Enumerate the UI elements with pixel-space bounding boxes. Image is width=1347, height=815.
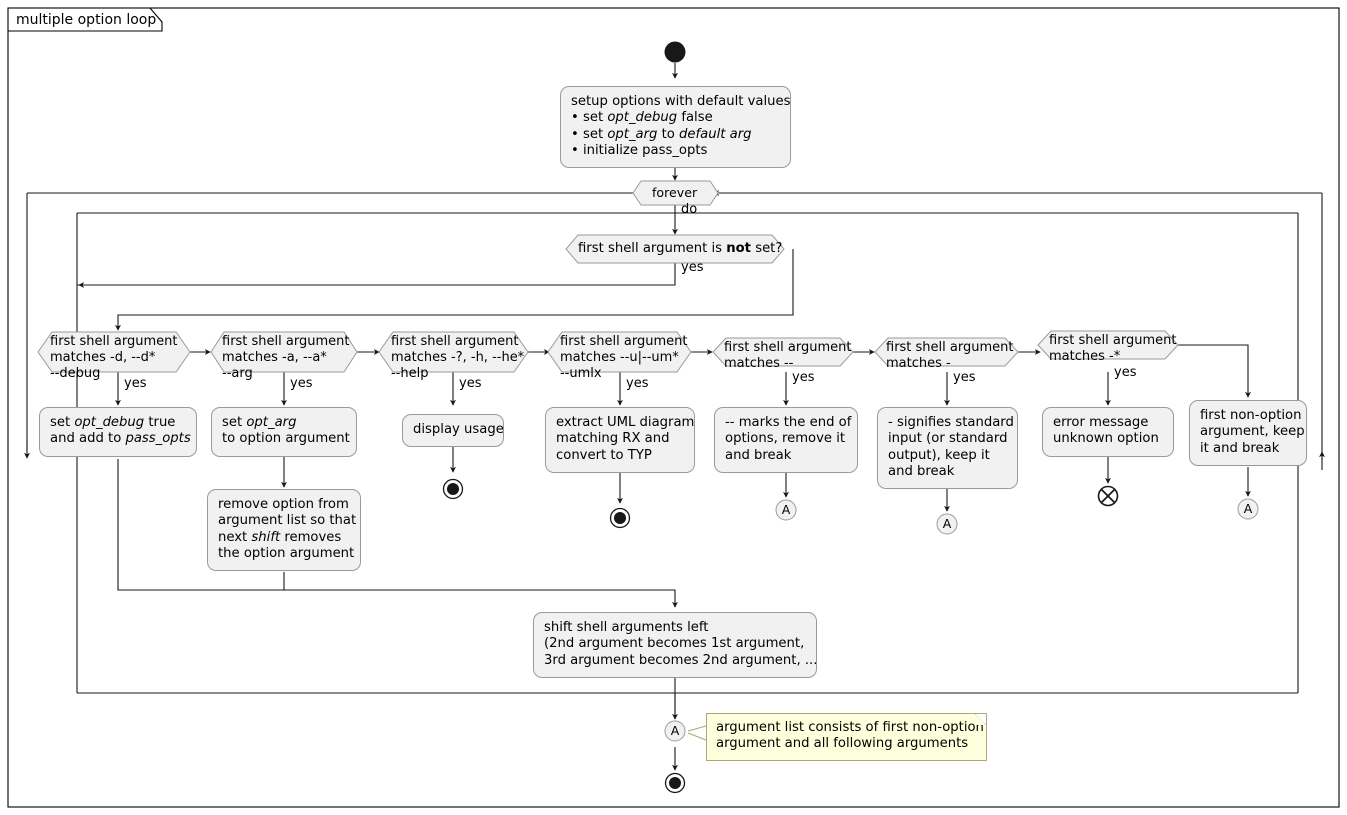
edge-label-yes: yes: [1114, 365, 1137, 380]
edge-label-yes: yes: [953, 370, 976, 385]
activity-standard-input[interactable]: - signifies standard input (or standard …: [877, 407, 1018, 490]
edge-label-yes: yes: [459, 376, 482, 391]
note-text: argument list consists of first non-opti…: [716, 720, 984, 752]
forever-do-label: do: [681, 202, 698, 217]
decision-matches-dash-star-label: first shell argument matches -*: [1049, 333, 1177, 365]
activity-error-unknown-option[interactable]: error message unknown option: [1042, 407, 1174, 457]
forever-loop-label: forever: [652, 185, 698, 200]
decision-matches-uml-label: first shell argument matches --u|--um* -…: [560, 334, 688, 382]
edge-label-yes: yes: [124, 376, 147, 391]
activity-set-opt-arg[interactable]: set opt_arg to option argument: [211, 407, 357, 457]
decision-label-pre: first shell argument is: [578, 241, 727, 256]
edge-label-yes: yes: [626, 376, 649, 391]
start-node: [664, 41, 686, 63]
activity-display-usage[interactable]: display usage: [402, 414, 504, 448]
edge-label-yes: yes: [792, 370, 815, 385]
edge-label-yes: yes: [290, 376, 313, 391]
connector-a-label: A: [942, 516, 952, 531]
connector-a-label: A: [781, 502, 791, 517]
decision-matches-help-label: first shell argument matches -?, -h, --h…: [391, 334, 525, 382]
decision-matches-double-dash-label: first shell argument matches --: [724, 340, 852, 372]
final-node-uml: [609, 507, 631, 529]
setup-options-activity[interactable]: setup options with default values • set …: [560, 86, 791, 169]
connector-a-label: A: [1243, 501, 1253, 516]
activity-shift-shell-arguments[interactable]: shift shell arguments left (2nd argument…: [533, 612, 817, 678]
decision-label-bold: not: [726, 241, 751, 256]
activity-first-non-option[interactable]: first non-option argument, keep it and b…: [1189, 400, 1307, 466]
decision-matches-debug-label: first shell argument matches -d, --d* --…: [50, 334, 178, 382]
connector-a-join-label: A: [670, 723, 680, 738]
decision-matches-arg-label: first shell argument matches -a, --a* --…: [222, 334, 350, 382]
decision-label-post: set?: [751, 241, 783, 256]
note-fold-corner: [975, 714, 986, 725]
decision-matches-single-dash-label: first shell argument matches -: [886, 340, 1014, 372]
activity-set-opt-debug[interactable]: set opt_debug true and add to pass_opts: [39, 407, 197, 457]
decision-first-arg-not-set-label: first shell argument is not set?: [578, 242, 782, 256]
flow-final-node-error: [1097, 485, 1119, 507]
activity-end-of-options[interactable]: -- marks the end of options, remove it a…: [714, 407, 858, 473]
activity-diagram-canvas: multiple option loop setup options with …: [0, 0, 1347, 815]
final-node-usage: [442, 478, 464, 500]
note-argument-list: argument list consists of first non-opti…: [706, 713, 987, 761]
frame-label: multiple option loop: [16, 12, 157, 28]
activity-remove-option[interactable]: remove option from argument list so that…: [207, 489, 361, 572]
edge-label-yes: yes: [681, 260, 704, 275]
activity-extract-uml[interactable]: extract UML diagram matching RX and conv…: [545, 407, 695, 473]
final-node-main: [664, 772, 686, 794]
